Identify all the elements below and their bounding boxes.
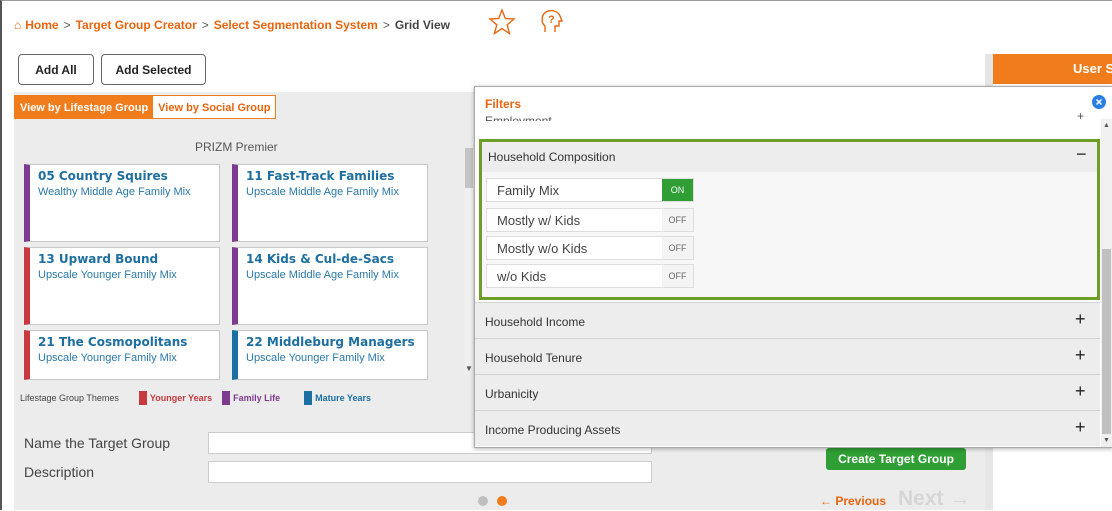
close-icon[interactable] [1092, 95, 1106, 109]
expand-icon[interactable]: + [1077, 109, 1084, 121]
legend-item: Younger Years [138, 391, 212, 405]
segment-description: Upscale Younger Family Mix [246, 352, 385, 364]
grid-title: PRIZM Premier [195, 140, 278, 154]
breadcrumb-separator: > [63, 18, 71, 32]
segment-card[interactable]: 14 Kids & Cul-de-Sacs Upscale Middle Age… [232, 247, 428, 325]
grid-scrollbar[interactable] [465, 148, 473, 368]
legend-item: Mature Years [304, 391, 371, 405]
legend: Lifestage Group Themes Younger Years Fam… [20, 391, 371, 405]
filter-section-employment[interactable]: Employment [485, 115, 552, 121]
scroll-down-arrow-icon[interactable]: ▼ [465, 364, 473, 373]
tab-view-by-lifestage-group[interactable]: View by Lifestage Group [15, 96, 154, 118]
segment-description: Upscale Younger Family Mix [38, 269, 177, 281]
option-label: Mostly w/o Kids [497, 241, 588, 256]
option-label: w/o Kids [497, 269, 547, 284]
section-title: Household Composition [488, 150, 616, 164]
pager-dots [478, 496, 507, 506]
pager-dot[interactable] [478, 496, 488, 506]
scroll-up-arrow-icon[interactable]: ▲ [1103, 122, 1110, 129]
expand-icon[interactable]: + [1075, 309, 1086, 330]
segment-description: Upscale Middle Age Family Mix [246, 186, 399, 198]
section-title: Household Income [485, 315, 586, 329]
section-body: Family Mix ON Mostly w/ Kids OFF Mostly … [482, 172, 1097, 297]
breadcrumb-separator: > [201, 18, 209, 32]
segment-name: 22 Middleburg Managers [246, 335, 415, 349]
segment-name: 11 Fast-Track Families [246, 169, 395, 183]
segment-description: Upscale Middle Age Family Mix [246, 269, 399, 281]
section-title: Income Producing Assets [485, 423, 621, 437]
description-label: Description [24, 464, 95, 480]
breadcrumb-home[interactable]: Home [25, 18, 58, 32]
toggle-switch[interactable]: OFF [662, 265, 693, 287]
create-target-group-button[interactable]: Create Target Group [826, 448, 966, 470]
filters-scrollbar[interactable]: ▲ ▼ [1101, 119, 1112, 447]
segment-description: Upscale Younger Family Mix [38, 352, 177, 364]
filter-section-income-producing-assets[interactable]: Income Producing Assets + [475, 410, 1100, 446]
filter-section-urbanicity[interactable]: Urbanicity + [475, 374, 1100, 410]
toggle-switch[interactable]: OFF [662, 209, 693, 231]
legend-label: Lifestage Group Themes [20, 393, 119, 403]
toggle-switch[interactable]: ON [662, 179, 693, 201]
option-label: Family Mix [497, 183, 560, 198]
section-title: Household Tenure [485, 351, 583, 365]
view-tabs: View by Lifestage Group View by Social G… [14, 95, 277, 119]
segment-name: 21 The Cosmopolitans [38, 335, 188, 349]
help-head-icon[interactable]: ? [536, 6, 566, 36]
tab-view-by-social-group[interactable]: View by Social Group [153, 96, 276, 118]
filter-section-household-tenure[interactable]: Household Tenure + [475, 338, 1100, 374]
segment-name: 13 Upward Bound [38, 252, 159, 266]
segment-card[interactable]: 13 Upward Bound Upscale Younger Family M… [24, 247, 220, 325]
filter-option-family-mix[interactable]: Family Mix ON [486, 178, 694, 202]
add-all-button[interactable]: Add All [18, 54, 94, 85]
section-title: Urbanicity [485, 387, 539, 401]
filter-option-mostly-wo-kids[interactable]: Mostly w/o Kids OFF [486, 236, 694, 260]
expand-icon[interactable]: + [1075, 345, 1086, 366]
next-link[interactable]: Next → [898, 487, 970, 511]
filter-option-mostly-w-kids[interactable]: Mostly w/ Kids OFF [486, 208, 694, 232]
breadcrumb: ⌂ Home > Target Group Creator > Select S… [14, 15, 450, 35]
segment-card[interactable]: 05 Country Squires Wealthy Middle Age Fa… [24, 164, 220, 242]
breadcrumb-current: Grid View [394, 18, 450, 32]
section-header[interactable]: Household Composition − [482, 142, 1097, 172]
description-input[interactable] [208, 461, 652, 483]
previous-link[interactable]: ← Previous [820, 494, 886, 508]
add-selected-button[interactable]: Add Selected [101, 54, 206, 85]
segment-name: 14 Kids & Cul-de-Sacs [246, 252, 394, 266]
pager-dot-active[interactable] [497, 496, 507, 506]
breadcrumb-separator: > [382, 18, 390, 32]
home-icon[interactable]: ⌂ [14, 18, 21, 32]
filter-section-household-income[interactable]: Household Income + [475, 302, 1100, 338]
user-segments-tab[interactable]: User S [993, 54, 1112, 84]
breadcrumb-select-segmentation-system[interactable]: Select Segmentation System [214, 18, 378, 32]
segment-card[interactable]: 21 The Cosmopolitans Upscale Younger Fam… [24, 330, 220, 380]
legend-item: Family Life [222, 391, 280, 405]
name-label: Name the Target Group [24, 435, 171, 451]
toggle-switch[interactable]: OFF [662, 237, 693, 259]
expand-icon[interactable]: + [1075, 417, 1086, 438]
filter-section-household-composition: Household Composition − Family Mix ON Mo… [479, 139, 1100, 300]
segment-description: Wealthy Middle Age Family Mix [38, 186, 191, 198]
segment-card[interactable]: 11 Fast-Track Families Upscale Middle Ag… [232, 164, 428, 242]
svg-text:?: ? [548, 14, 555, 26]
filters-panel: Filters Employment + Household Compositi… [474, 86, 1112, 448]
filter-option-wo-kids[interactable]: w/o Kids OFF [486, 264, 694, 288]
segment-name: 05 Country Squires [38, 169, 168, 183]
breadcrumb-target-group-creator[interactable]: Target Group Creator [76, 18, 197, 32]
star-icon[interactable] [488, 8, 516, 36]
segment-card[interactable]: 22 Middleburg Managers Upscale Younger F… [232, 330, 428, 380]
collapse-icon[interactable]: − [1076, 144, 1087, 165]
filters-title: Filters [485, 97, 522, 111]
option-label: Mostly w/ Kids [497, 213, 581, 228]
expand-icon[interactable]: + [1075, 381, 1086, 402]
scroll-down-arrow-icon[interactable]: ▼ [1103, 437, 1110, 444]
